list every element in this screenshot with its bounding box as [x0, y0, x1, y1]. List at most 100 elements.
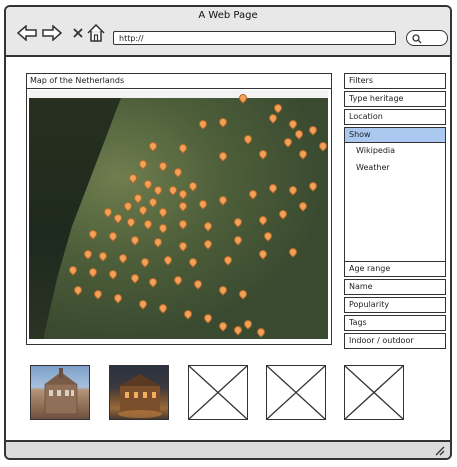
forward-arrow-icon[interactable] [41, 22, 63, 44]
map-marker-icon[interactable] [274, 104, 280, 111]
map-marker-icon[interactable] [179, 144, 185, 151]
sidebar-item-show[interactable]: Show [344, 127, 446, 143]
map-marker-icon[interactable] [139, 206, 145, 213]
resize-grip-icon[interactable] [434, 446, 446, 456]
map-marker-icon[interactable] [239, 94, 245, 101]
map-marker-icon[interactable] [131, 274, 137, 281]
sidebar-item-popularity[interactable]: Popularity [344, 297, 446, 313]
map-marker-icon[interactable] [309, 182, 315, 189]
map-marker-icon[interactable] [159, 208, 165, 215]
map-marker-icon[interactable] [169, 186, 175, 193]
map-marker-icon[interactable] [234, 326, 240, 333]
map-marker-icon[interactable] [259, 216, 265, 223]
map-marker-icon[interactable] [89, 230, 95, 237]
map-marker-icon[interactable] [144, 220, 150, 227]
map-marker-icon[interactable] [159, 304, 165, 311]
sidebar-item-location[interactable]: Location [344, 109, 446, 125]
map-marker-icon[interactable] [119, 254, 125, 261]
map-marker-icon[interactable] [179, 202, 185, 209]
map-marker-icon[interactable] [141, 258, 147, 265]
map-marker-icon[interactable] [289, 248, 295, 255]
map-marker-icon[interactable] [269, 114, 275, 121]
map-marker-icon[interactable] [154, 238, 160, 245]
sidebar-item-indoor-outdoor[interactable]: Indoor / outdoor [344, 333, 446, 349]
map-marker-icon[interactable] [159, 224, 165, 231]
map-marker-icon[interactable] [204, 222, 210, 229]
map-marker-icon[interactable] [289, 186, 295, 193]
map-marker-icon[interactable] [131, 236, 137, 243]
map-marker-icon[interactable] [154, 186, 160, 193]
sidebar-item-name[interactable]: Name [344, 279, 446, 295]
map-marker-icon[interactable] [114, 294, 120, 301]
map-marker-icon[interactable] [295, 130, 301, 137]
map-marker-icon[interactable] [259, 150, 265, 157]
thumbnail-image-2[interactable] [109, 365, 169, 420]
image-placeholder[interactable] [344, 365, 404, 420]
map-marker-icon[interactable] [189, 258, 195, 265]
map-marker-icon[interactable] [174, 168, 180, 175]
map-marker-icon[interactable] [194, 280, 200, 287]
map-marker-icon[interactable] [199, 120, 205, 127]
map-marker-icon[interactable] [74, 286, 80, 293]
map-marker-icon[interactable] [244, 320, 250, 327]
map-marker-icon[interactable] [127, 218, 133, 225]
map-marker-icon[interactable] [149, 142, 155, 149]
map-marker-icon[interactable] [299, 202, 305, 209]
sidebar-item-age-range[interactable]: Age range [344, 261, 446, 277]
map-marker-icon[interactable] [204, 240, 210, 247]
map-marker-icon[interactable] [309, 126, 315, 133]
map-marker-icon[interactable] [89, 268, 95, 275]
map-marker-icon[interactable] [149, 278, 155, 285]
map-marker-icon[interactable] [199, 200, 205, 207]
map-marker-icon[interactable] [219, 152, 225, 159]
map-marker-icon[interactable] [234, 236, 240, 243]
map-marker-icon[interactable] [189, 182, 195, 189]
map-marker-icon[interactable] [284, 138, 290, 145]
map-marker-icon[interactable] [99, 252, 105, 259]
map-marker-icon[interactable] [219, 322, 225, 329]
image-placeholder[interactable] [188, 365, 248, 420]
map-marker-icon[interactable] [299, 150, 305, 157]
map-marker-icon[interactable] [184, 310, 190, 317]
map-marker-icon[interactable] [129, 174, 135, 181]
map-marker-icon[interactable] [124, 202, 130, 209]
map-marker-icon[interactable] [279, 210, 285, 217]
map-marker-icon[interactable] [139, 300, 145, 307]
address-bar[interactable]: http:// [113, 31, 396, 45]
map-marker-icon[interactable] [224, 256, 230, 263]
sidebar-item-type-heritage[interactable]: Type heritage [344, 91, 446, 107]
map-marker-icon[interactable] [219, 196, 225, 203]
map-marker-icon[interactable] [289, 120, 295, 127]
map-marker-icon[interactable] [134, 194, 140, 201]
map-marker-icon[interactable] [269, 184, 275, 191]
map-marker-icon[interactable] [239, 290, 245, 297]
map-marker-icon[interactable] [219, 118, 225, 125]
image-placeholder[interactable] [266, 365, 326, 420]
map-marker-icon[interactable] [174, 276, 180, 283]
map-marker-icon[interactable] [249, 190, 255, 197]
map-marker-icon[interactable] [319, 142, 325, 149]
map-marker-icon[interactable] [204, 314, 210, 321]
map-marker-icon[interactable] [69, 266, 75, 273]
map-marker-icon[interactable] [139, 160, 145, 167]
map-marker-icon[interactable] [104, 208, 110, 215]
map-marker-icon[interactable] [159, 162, 165, 169]
search-field[interactable] [406, 30, 448, 46]
map-marker-icon[interactable] [144, 180, 150, 187]
map-marker-icon[interactable] [244, 135, 250, 142]
home-icon[interactable] [85, 22, 107, 44]
map-marker-icon[interactable] [109, 232, 115, 239]
show-option-weather[interactable]: Weather [356, 162, 390, 174]
map-marker-icon[interactable] [179, 190, 185, 197]
map-marker-icon[interactable] [179, 242, 185, 249]
back-arrow-icon[interactable] [16, 22, 38, 44]
thumbnail-image-1[interactable] [30, 365, 90, 420]
map-marker-icon[interactable] [84, 250, 90, 257]
map-marker-icon[interactable] [164, 256, 170, 263]
sidebar-item-tags[interactable]: Tags [344, 315, 446, 331]
map-marker-icon[interactable] [259, 250, 265, 257]
map-marker-icon[interactable] [114, 214, 120, 221]
map-marker-icon[interactable] [219, 286, 225, 293]
map-marker-icon[interactable] [179, 220, 185, 227]
map-marker-icon[interactable] [109, 270, 115, 277]
